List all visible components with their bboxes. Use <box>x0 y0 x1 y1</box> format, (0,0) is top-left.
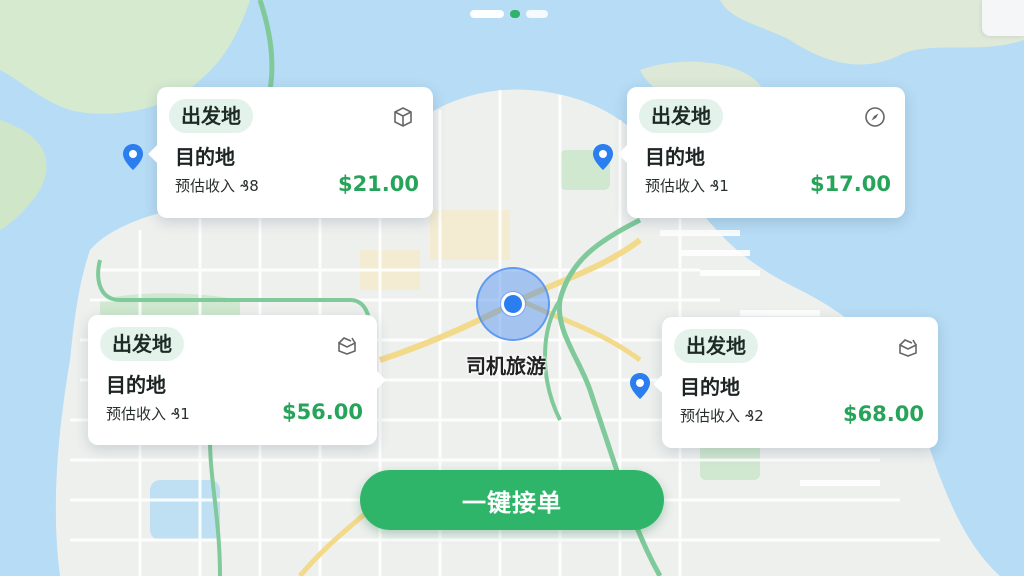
page-indicator <box>470 10 548 18</box>
destination-label: 目的地 <box>645 145 705 169</box>
estimated-income: 预估收入 ₰2 <box>680 407 764 425</box>
estimated-income: 预估收入 ₰1 <box>645 177 729 195</box>
driver-label: 司机旅游 <box>466 354 546 378</box>
one-click-accept-button[interactable]: 一键接单 <box>360 470 664 530</box>
location-pin-icon[interactable] <box>629 372 651 400</box>
origin-chip: 出发地 <box>674 329 758 363</box>
origin-chip: 出发地 <box>100 327 184 361</box>
order-price: $56.00 <box>281 400 363 424</box>
package-icon[interactable] <box>391 105 415 129</box>
location-pin-icon[interactable] <box>592 143 614 171</box>
order-price: $68.00 <box>842 402 924 426</box>
open-box-icon[interactable] <box>896 335 920 359</box>
order-price: $21.00 <box>337 172 419 196</box>
compass-icon[interactable] <box>863 105 887 129</box>
order-card[interactable]: 出发地 目的地 预估收入 ₰1 $17.00 <box>618 87 905 218</box>
origin-chip: 出发地 <box>169 99 253 133</box>
destination-label: 目的地 <box>680 375 740 399</box>
estimated-income: 预估收入 ₰1 <box>106 405 190 423</box>
origin-chip: 出发地 <box>639 99 723 133</box>
page-dot[interactable] <box>526 10 548 18</box>
destination-label: 目的地 <box>175 145 235 169</box>
location-pin-icon[interactable] <box>122 143 144 171</box>
driver-location-icon[interactable] <box>501 292 525 316</box>
destination-label: 目的地 <box>106 373 166 397</box>
page-dot[interactable] <box>470 10 504 18</box>
order-card[interactable]: 出发地 目的地 预估收入 ₰2 $68.00 <box>653 317 938 448</box>
estimated-income: 预估收入 ₰8 <box>175 177 259 195</box>
order-card[interactable]: 出发地 目的地 预估收入 ₰8 $21.00 <box>148 87 433 218</box>
page-dot-active[interactable] <box>510 10 520 18</box>
corner-panel[interactable] <box>982 0 1024 36</box>
order-price: $17.00 <box>809 172 891 196</box>
open-box-icon[interactable] <box>335 333 359 357</box>
order-card[interactable]: 出发地 目的地 预估收入 ₰1 $56.00 <box>88 315 386 445</box>
